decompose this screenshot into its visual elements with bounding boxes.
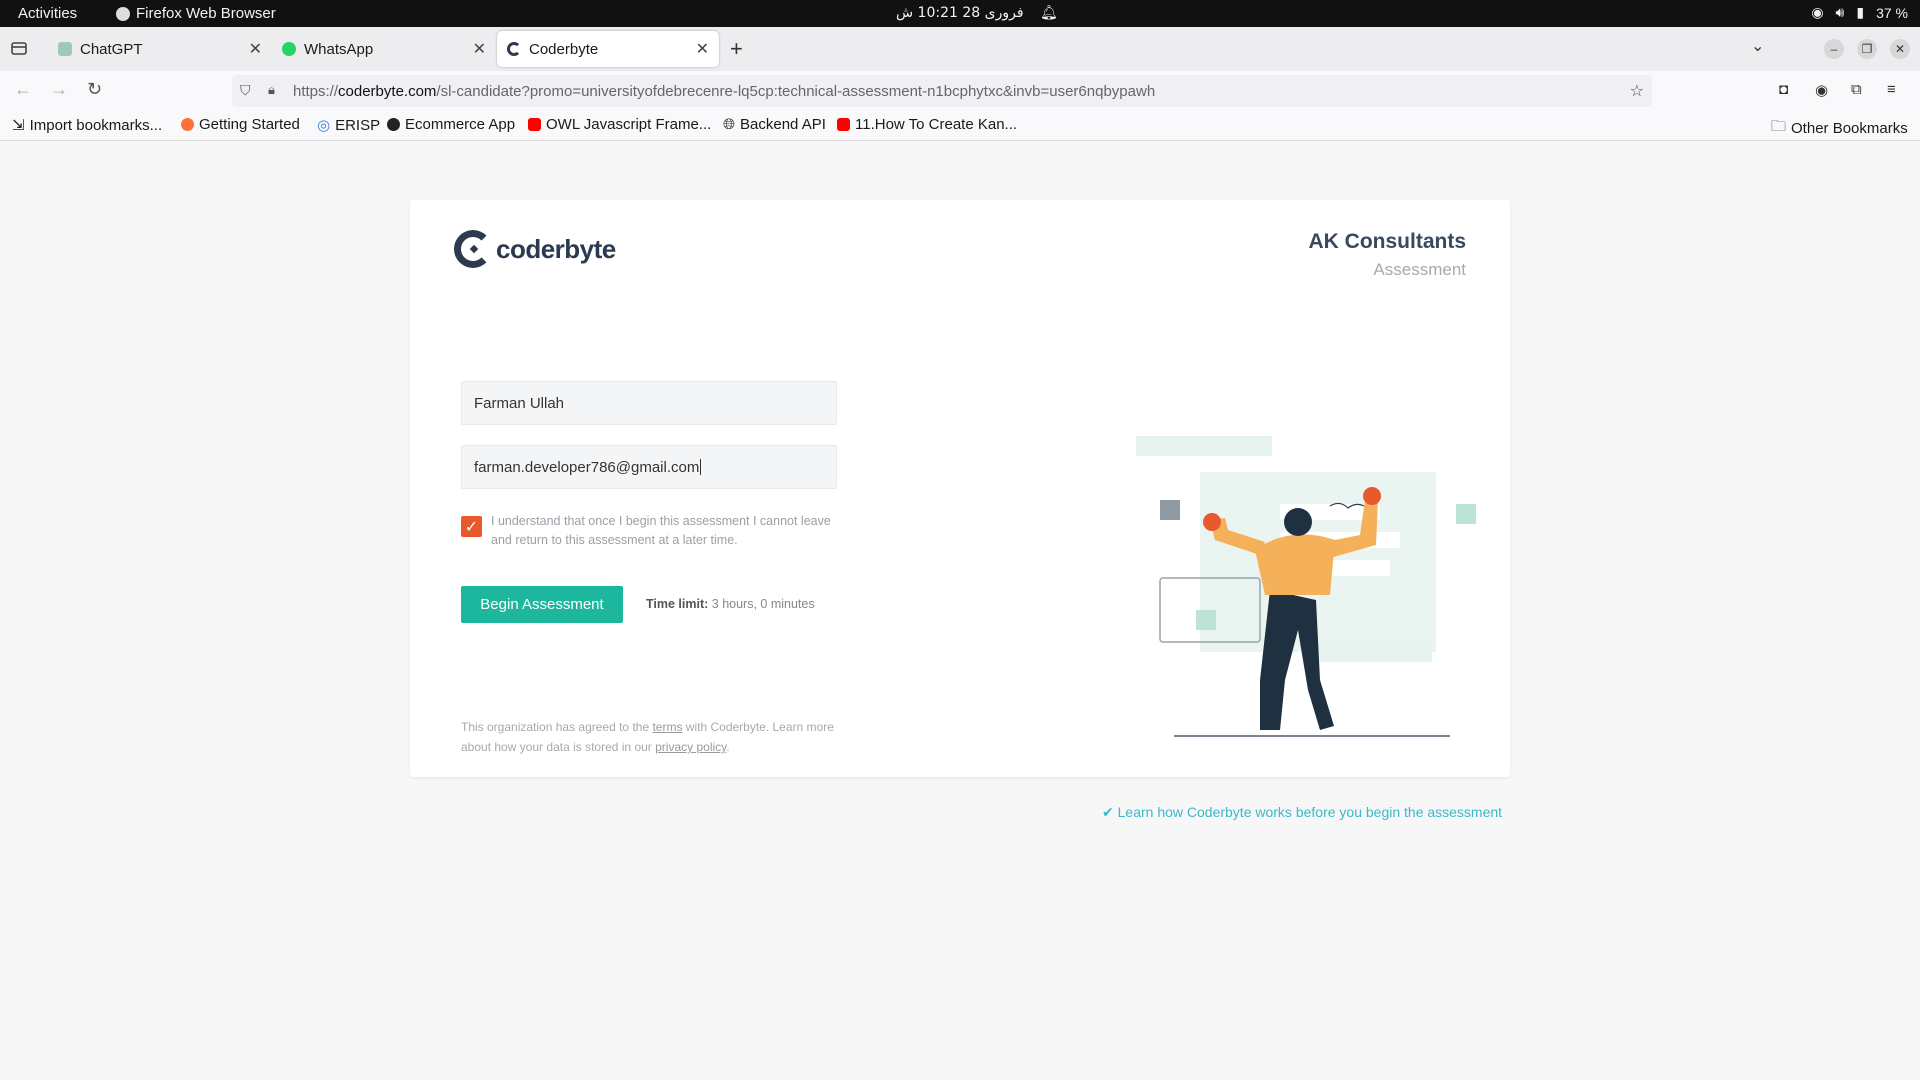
person-drawing-illustration — [1136, 436, 1476, 737]
bookmark-ecommerce-app[interactable]: Ecommerce App — [387, 116, 515, 133]
tab-coderbyte[interactable]: Coderbyte ✕ — [497, 31, 719, 67]
coderbyte-logo-icon — [454, 230, 492, 268]
name-field[interactable]: Farman Ullah — [461, 381, 837, 425]
back-button[interactable]: ← — [14, 79, 32, 100]
app-name: Firefox Web Browser — [136, 5, 276, 22]
app-icon — [387, 118, 400, 131]
youtube-icon — [528, 118, 541, 131]
youtube-icon — [837, 118, 850, 131]
battery-icon: ▮ — [1856, 4, 1865, 20]
learn-how-link[interactable]: ✔ Learn how Coderbyte works before you b… — [1102, 804, 1502, 821]
close-icon[interactable]: ✕ — [249, 39, 262, 59]
close-icon[interactable]: ✕ — [696, 39, 709, 59]
menu-icon[interactable]: ≡ — [1887, 81, 1896, 98]
tab-strip: ChatGPT ✕ WhatsApp ✕ Coderbyte ✕ — [0, 27, 1920, 71]
tab-list-icon[interactable] — [10, 39, 28, 57]
bookmarks-toolbar: ⇲ Import bookmarks... Getting Started ◎ ER… — [0, 111, 1920, 141]
url-bar[interactable]: ⛉ 🔒︎ https://coderbyte.com/sl-candidate?… — [232, 75, 1652, 107]
other-bookmarks[interactable]: 🗀︎ Other Bookmarks — [1771, 116, 1908, 141]
globe-icon: 🌐︎ — [723, 116, 736, 133]
chevron-down-icon[interactable]: ⌄ — [1751, 36, 1764, 56]
company-subtitle: Assessment — [1373, 260, 1466, 279]
extensions-icon[interactable]: ⧉ — [1851, 81, 1862, 98]
consent-checkbox[interactable]: ✓ — [461, 516, 482, 537]
pocket-icon[interactable]: ◘ — [1779, 81, 1788, 98]
account-icon[interactable]: ◉ — [1815, 81, 1828, 99]
bell-icon: 🔔︎ — [1040, 4, 1058, 20]
navigation-bar: ← → ↻ ⛉ 🔒︎ https://coderbyte.com/sl-cand… — [0, 71, 1920, 111]
import-icon: ⇲ — [12, 117, 25, 134]
bookmark-erisp[interactable]: ◎ ERISP — [317, 116, 380, 135]
firefox-icon — [116, 6, 130, 21]
tab-title: Coderbyte — [529, 40, 599, 58]
reload-button[interactable]: ↻ — [87, 79, 102, 100]
consent-label: I understand that once I begin this asse… — [491, 514, 831, 547]
battery-percent: 37 % — [1876, 4, 1908, 21]
privacy-policy-link[interactable]: privacy policy — [655, 740, 726, 754]
company-name: AK Consultants — [1308, 230, 1467, 253]
activities-button[interactable]: Activities — [18, 5, 77, 22]
logo-text: coderbyte — [496, 233, 616, 264]
bookmark-import[interactable]: ⇲ Import bookmarks... — [12, 116, 162, 135]
coderbyte-logo: coderbyte — [454, 230, 616, 268]
time-limit: Time limit: 3 hours, 0 minutes — [646, 597, 815, 611]
lock-icon[interactable]: 🔒︎ — [268, 82, 275, 98]
tab-title: ChatGPT — [80, 40, 143, 58]
company-header: AK Consultants Assessment — [1309, 230, 1467, 280]
assessment-card: coderbyte AK Consultants Assessment Farm… — [410, 200, 1510, 777]
restore-button[interactable]: ❐ — [1857, 39, 1877, 59]
shield-icon[interactable]: ⛉ — [240, 82, 251, 99]
bookmark-backend-api[interactable]: 🌐︎ Backend API — [723, 116, 826, 133]
bookmark-kanban[interactable]: 11.How To Create Kan... — [837, 116, 1017, 133]
minimize-button[interactable]: – — [1824, 39, 1844, 59]
volume-icon: 🔊︎ — [1835, 4, 1845, 20]
close-icon[interactable]: ✕ — [473, 39, 486, 59]
terms-link[interactable]: terms — [652, 720, 682, 734]
wifi-icon: ◉ — [1811, 4, 1824, 20]
terms-footnote: This organization has agreed to the term… — [461, 720, 834, 754]
fingerprint-icon: ◎ — [317, 117, 331, 134]
tab-title: WhatsApp — [304, 40, 374, 58]
system-tray[interactable]: ◉ 🔊︎ ▮ 37 % — [1811, 4, 1908, 21]
whatsapp-icon — [282, 42, 296, 56]
clock[interactable]: فروری 28 10:21 ش — [896, 5, 1024, 21]
bookmark-star-icon[interactable]: ☆ — [1630, 81, 1644, 101]
system-top-bar: Activities Firefox Web Browser فروری 28 … — [0, 0, 1920, 27]
tab-chatgpt[interactable]: ChatGPT ✕ — [48, 31, 272, 67]
coderbyte-icon — [507, 42, 521, 56]
new-tab-button[interactable]: + — [730, 36, 743, 62]
close-window-button[interactable]: ✕ — [1890, 39, 1910, 59]
begin-assessment-button[interactable]: Begin Assessment — [461, 586, 623, 623]
tab-whatsapp[interactable]: WhatsApp ✕ — [272, 31, 496, 67]
firefox-icon — [181, 118, 194, 131]
app-menu[interactable]: Firefox Web Browser — [116, 5, 276, 22]
email-field[interactable]: farman.developer786@gmail.com — [461, 445, 837, 489]
forward-button[interactable]: → — [50, 79, 68, 100]
bookmark-getting-started[interactable]: Getting Started — [181, 116, 300, 133]
url-text[interactable]: https://coderbyte.com/sl-candidate?promo… — [293, 83, 1155, 100]
bookmark-owl-javascript[interactable]: OWL Javascript Frame... — [528, 116, 711, 133]
folder-icon: 🗀︎ — [1771, 118, 1787, 135]
chatgpt-icon — [58, 42, 72, 56]
